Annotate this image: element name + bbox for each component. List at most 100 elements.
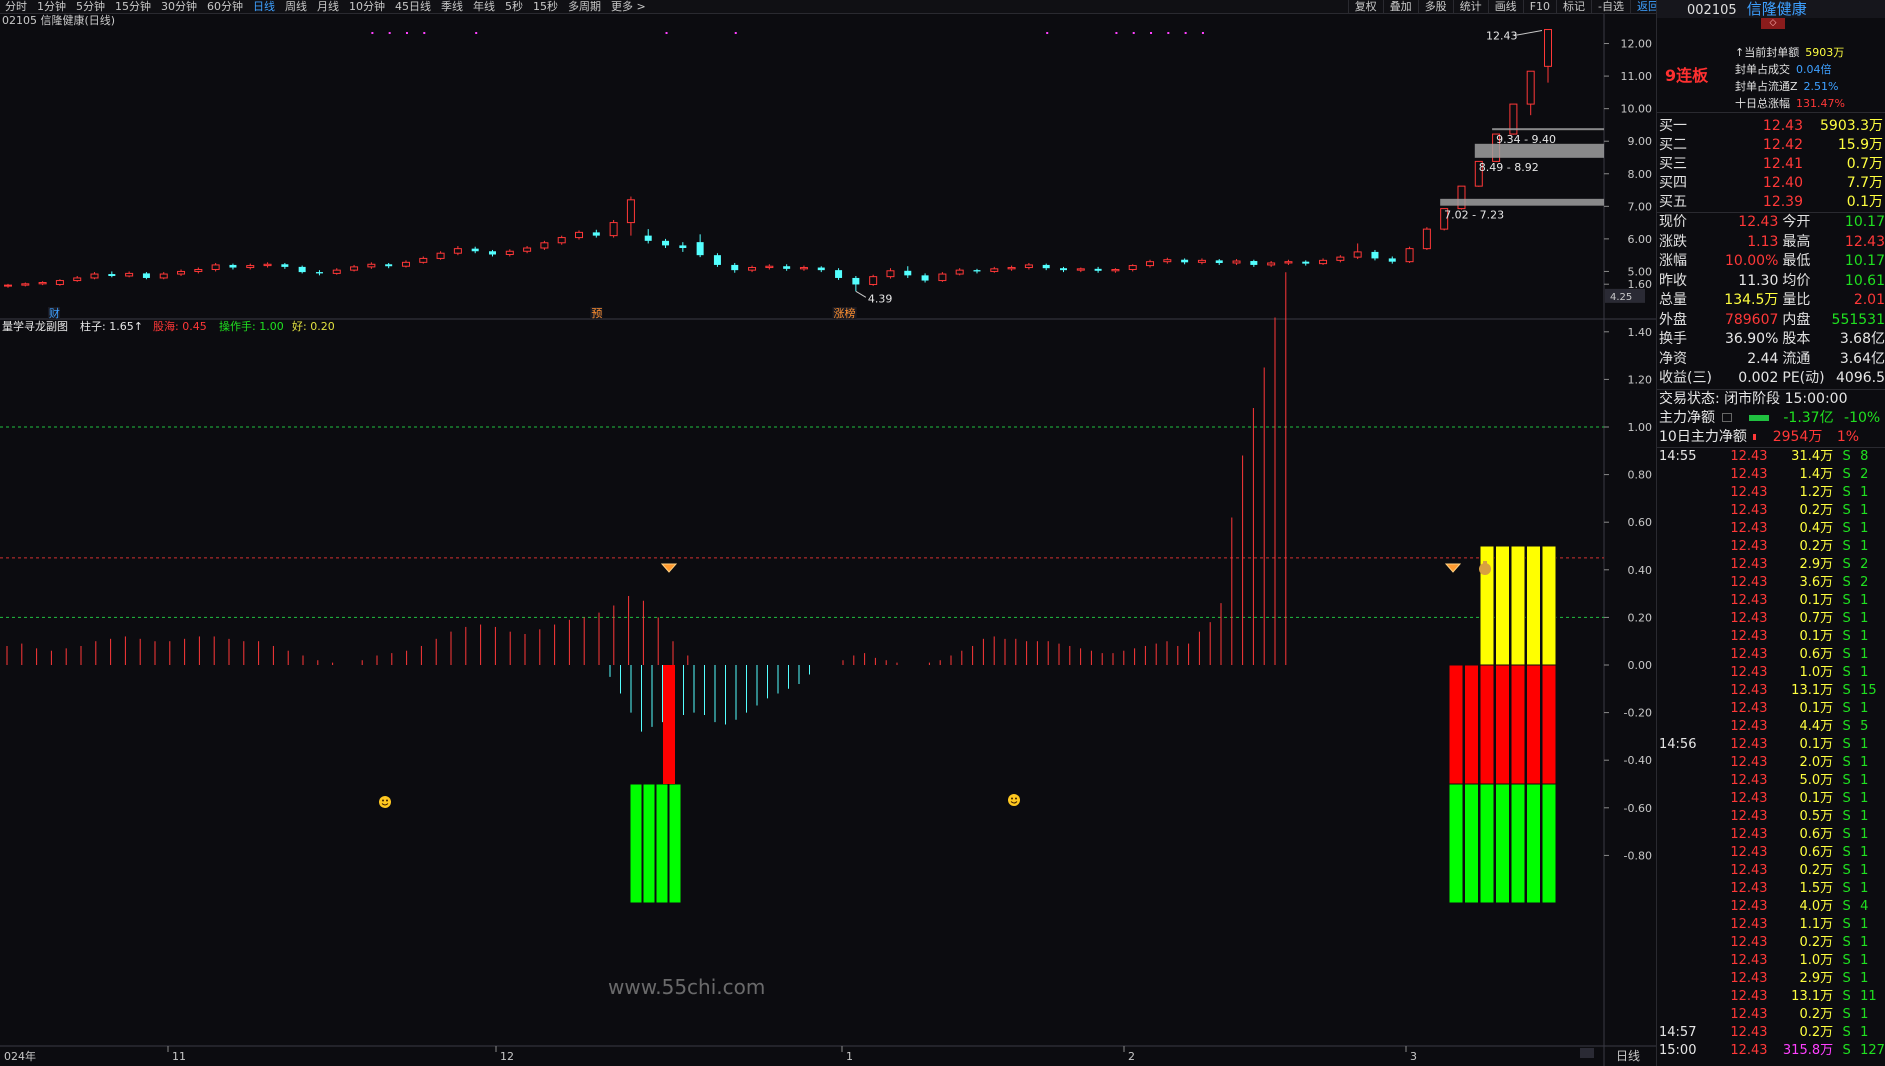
quote-row: 换手 36.90% 股本 3.68亿 bbox=[1657, 330, 1885, 350]
tick-price: 12.43 bbox=[1730, 772, 1768, 788]
tick-side: S bbox=[1842, 628, 1851, 644]
event-marker[interactable]: 预 bbox=[590, 307, 603, 320]
tool-tab-3[interactable]: 统计 bbox=[1452, 0, 1488, 13]
tick-row: 12.43 2.9万 S 2 bbox=[1657, 556, 1885, 574]
event-marker[interactable]: 财 bbox=[47, 306, 60, 320]
bid-level-label: 买五 bbox=[1659, 194, 1687, 210]
tick-count: 1 bbox=[1860, 952, 1869, 968]
order-book-row[interactable]: 买四 12.40 7.7万 bbox=[1657, 174, 1883, 193]
limit-stat-label: 十日总涨幅 bbox=[1735, 97, 1790, 110]
tick-price: 12.43 bbox=[1730, 844, 1768, 860]
tick-side: S bbox=[1842, 646, 1851, 662]
tick-row: 12.43 0.1万 S 1 bbox=[1657, 592, 1885, 610]
tool-tab-7[interactable]: -自选 bbox=[1591, 0, 1630, 13]
event-marker[interactable]: 涨榜 bbox=[832, 306, 857, 320]
tick-side: S bbox=[1842, 664, 1851, 680]
x-axis-label: 1 bbox=[846, 1050, 853, 1063]
tick-time bbox=[1657, 808, 1711, 826]
quote-label: 现价 bbox=[1659, 214, 1687, 231]
tick-volume: 0.2万 bbox=[1799, 1024, 1834, 1040]
order-book-row[interactable]: 买一 12.43 5903.3万 bbox=[1657, 117, 1883, 136]
tick-row: 12.43 0.2万 S 1 bbox=[1657, 1006, 1885, 1024]
tool-tab-2[interactable]: 多股 bbox=[1417, 0, 1453, 13]
period-tab-9[interactable]: 10分钟 bbox=[344, 0, 390, 13]
tick-row: 12.43 0.1万 S 1 bbox=[1657, 790, 1885, 808]
period-tab-16[interactable]: 更多 > bbox=[606, 0, 651, 13]
tool-tab-4[interactable]: 画线 bbox=[1487, 0, 1523, 13]
tick-time bbox=[1657, 664, 1711, 682]
tick-row: 12.43 1.5万 S 1 bbox=[1657, 880, 1885, 898]
order-book-row[interactable]: 买五 12.39 0.1万 bbox=[1657, 193, 1883, 212]
tick-price: 12.43 bbox=[1730, 448, 1768, 464]
tick-side: S bbox=[1842, 808, 1851, 824]
watermark: www.55chi.com bbox=[608, 975, 765, 999]
tick-time bbox=[1657, 826, 1711, 844]
tool-tab-0[interactable]: 复权 bbox=[1347, 0, 1383, 13]
red-block bbox=[1464, 664, 1479, 785]
chart-area[interactable]: 02105 信隆健康(日线) 12.00 11.00 10.00 9.00 8.00 7.0… bbox=[0, 14, 1656, 1066]
green-block bbox=[1464, 783, 1479, 904]
period-tab-11[interactable]: 季线 bbox=[436, 0, 468, 13]
candle bbox=[938, 272, 947, 282]
quote-value: 3.64亿 bbox=[1839, 350, 1885, 367]
quote-label: 今开 bbox=[1782, 214, 1811, 231]
event-marker-label: 财 bbox=[49, 306, 60, 320]
quote-value: 4096.5 bbox=[1836, 370, 1885, 387]
smiley-icon bbox=[379, 796, 391, 808]
period-tab-10[interactable]: 45日线 bbox=[390, 0, 436, 13]
smiley-icon bbox=[1008, 794, 1020, 806]
order-book-row[interactable]: 买三 12.41 0.7万 bbox=[1657, 155, 1883, 174]
period-tab-4[interactable]: 30分钟 bbox=[156, 0, 202, 13]
tick-row: 12.43 0.2万 S 1 bbox=[1657, 502, 1885, 520]
scroll-handle[interactable] bbox=[1580, 1048, 1594, 1058]
tool-tab-5[interactable]: F10 bbox=[1522, 0, 1556, 13]
period-tab-14[interactable]: 15秒 bbox=[528, 0, 563, 13]
x-axis-label: 3 bbox=[1410, 1050, 1417, 1063]
signal-dot bbox=[423, 32, 426, 34]
tick-count: 1 bbox=[1860, 970, 1869, 986]
tool-tab-6[interactable]: 标记 bbox=[1556, 0, 1591, 13]
tick-volume: 315.8万 bbox=[1782, 1042, 1834, 1058]
tick-side: S bbox=[1842, 754, 1851, 770]
period-tab-15[interactable]: 多周期 bbox=[563, 0, 606, 13]
bid-volume: 0.1万 bbox=[1846, 194, 1883, 210]
tick-count: 5 bbox=[1860, 718, 1869, 734]
tick-count: 1 bbox=[1860, 502, 1869, 518]
green-block bbox=[655, 783, 669, 904]
signal-dot bbox=[1150, 32, 1153, 34]
quote-row: 昨收 11.30 均价 10.61 bbox=[1657, 272, 1885, 292]
bid-volume: 5903.3万 bbox=[1820, 118, 1883, 134]
tick-price: 12.43 bbox=[1730, 790, 1768, 806]
kline-and-indicator-chart[interactable]: 02105 信隆健康(日线)12.0011.0010.009.008.007.0… bbox=[0, 14, 1656, 1066]
quote-row: 总量 134.5万 量比 2.01 bbox=[1657, 291, 1885, 311]
period-tab-7[interactable]: 周线 bbox=[280, 0, 312, 13]
period-tab-8[interactable]: 月线 bbox=[312, 0, 344, 13]
period-tab-12[interactable]: 年线 bbox=[468, 0, 500, 13]
tick-volume: 1.5万 bbox=[1799, 880, 1834, 896]
order-book-row[interactable]: 买二 12.42 15.9万 bbox=[1657, 136, 1883, 155]
tool-tab-1[interactable]: 叠加 bbox=[1382, 0, 1418, 13]
period-tab-2[interactable]: 5分钟 bbox=[71, 0, 110, 13]
tick-time bbox=[1657, 484, 1711, 502]
tick-time bbox=[1657, 520, 1711, 538]
tick-price: 12.43 bbox=[1730, 610, 1768, 626]
high-annotation: 12.43 bbox=[1486, 30, 1518, 43]
order-book: 买一 12.43 5903.3万 买二 12.42 15.9万 买三 12.41 0.7万 买四 1… bbox=[1657, 117, 1883, 212]
period-tab-3[interactable]: 15分钟 bbox=[110, 0, 156, 13]
tick-price: 12.43 bbox=[1730, 970, 1768, 986]
period-tab-6[interactable]: 日线 bbox=[248, 0, 280, 13]
stock-name[interactable]: 信隆健康 bbox=[1747, 0, 1807, 18]
green-block bbox=[668, 783, 682, 904]
signal-dot bbox=[388, 32, 391, 34]
period-tab-13[interactable]: 5秒 bbox=[500, 0, 528, 13]
candle bbox=[609, 220, 618, 238]
candle bbox=[1422, 227, 1431, 250]
bid-level-label: 买二 bbox=[1659, 137, 1687, 153]
tick-row: 12.43 1.0万 S 1 bbox=[1657, 664, 1885, 682]
tick-count: 1 bbox=[1860, 880, 1869, 896]
period-tab-5[interactable]: 60分钟 bbox=[202, 0, 248, 13]
period-tab-1[interactable]: 1分钟 bbox=[32, 0, 71, 13]
signal-dot bbox=[1132, 32, 1135, 34]
tick-list[interactable]: 14:55 12.43 31.4万 S 8 12.43 1.4万 S 2 12.43 1.2万 S 1 1… bbox=[1657, 448, 1885, 1060]
period-tab-0[interactable]: 分时 bbox=[0, 0, 32, 13]
